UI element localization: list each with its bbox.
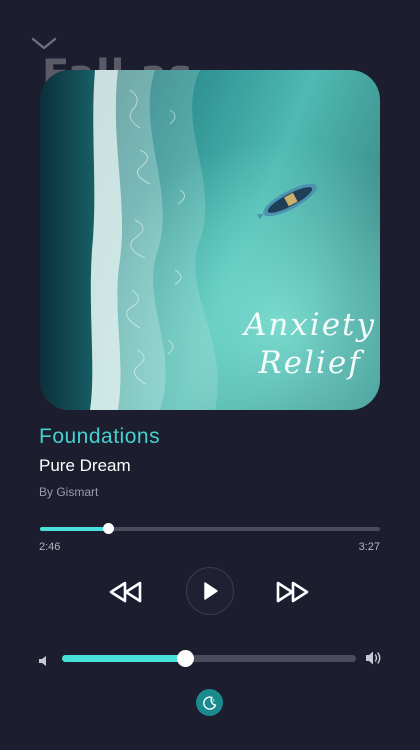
moon-timer-icon: z: [202, 695, 216, 710]
volume-slider[interactable]: [62, 650, 356, 667]
volume-high-icon[interactable]: [365, 650, 383, 666]
progress-slider[interactable]: [40, 523, 380, 534]
album-artwork: Anxiety Relief: [40, 70, 380, 410]
volume-thumb[interactable]: [177, 650, 195, 667]
elapsed-time: 2:46: [39, 541, 61, 553]
svg-text:z: z: [212, 698, 215, 703]
player-screen: Fall as: [0, 0, 420, 750]
play-button[interactable]: [186, 567, 234, 615]
progress-thumb[interactable]: [103, 523, 114, 534]
volume-fill: [62, 655, 186, 662]
progress-fill: [40, 527, 108, 531]
fast-forward-button[interactable]: [272, 578, 310, 606]
rewind-button[interactable]: [108, 578, 146, 606]
chevron-down-icon[interactable]: [30, 32, 58, 54]
track-subtitle: Pure Dream: [39, 456, 131, 475]
volume-low-icon[interactable]: [38, 652, 50, 666]
rewind-icon: [109, 581, 142, 603]
total-time: 3:27: [358, 541, 380, 553]
artwork-caption-line1: Anxiety: [243, 307, 377, 343]
track-artist: By Gismart: [39, 485, 99, 499]
artwork-caption-line2: Relief: [258, 345, 362, 381]
track-title: Foundations: [39, 425, 161, 448]
fast-forward-icon: [276, 581, 309, 603]
sleep-timer-button[interactable]: z: [196, 689, 223, 716]
artwork-caption: Anxiety Relief: [230, 306, 380, 382]
play-icon: [204, 582, 218, 600]
